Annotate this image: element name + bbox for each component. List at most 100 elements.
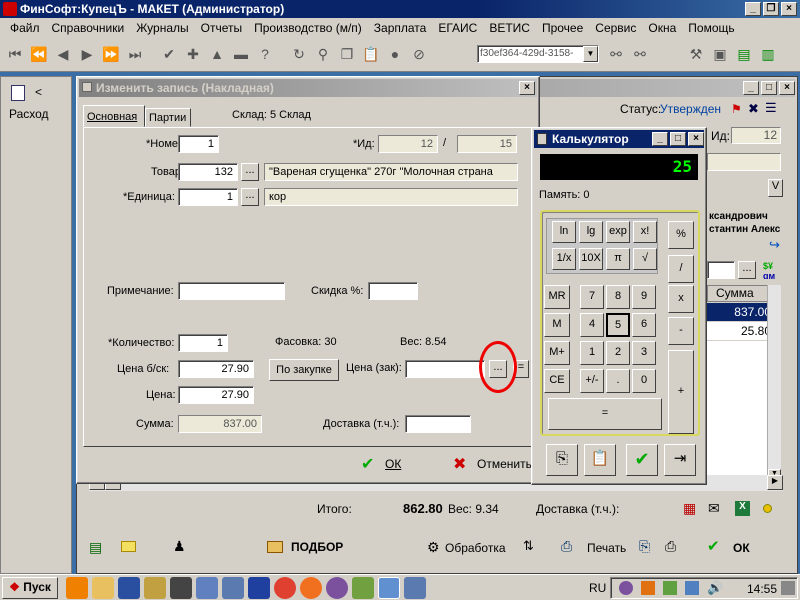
no-icon[interactable]: ⊘	[408, 43, 430, 65]
calc-digit-button[interactable]: 1	[580, 341, 604, 365]
calc-fn-button[interactable]: √	[633, 248, 657, 270]
calc-digit-button[interactable]: 0	[632, 369, 656, 393]
cancel-button[interactable]: Отменить	[477, 457, 532, 471]
plus-icon[interactable]: ✚	[182, 43, 204, 65]
calc-operator-button[interactable]: -	[668, 317, 694, 345]
binoculars-icon[interactable]: ⚯	[605, 43, 627, 65]
folder-yellow-icon[interactable]	[121, 541, 136, 552]
media-player-icon[interactable]	[66, 577, 88, 599]
ok-check-icon[interactable]: ✔	[707, 537, 720, 555]
viber-icon[interactable]	[326, 577, 348, 599]
podbor-button[interactable]: ПОДБОР	[291, 540, 343, 554]
calc-memory-button[interactable]: M	[544, 313, 570, 337]
viber-tray-icon[interactable]	[619, 581, 633, 595]
printer-icon[interactable]: ⎙	[561, 538, 572, 555]
back-field-3[interactable]	[707, 261, 735, 279]
calc-digit-button[interactable]: 5	[606, 313, 630, 337]
document-icon[interactable]	[11, 85, 25, 101]
back-dropdown-button[interactable]: V	[768, 179, 783, 197]
sum-column-header[interactable]: Сумма	[707, 285, 775, 302]
far-icon[interactable]	[144, 577, 166, 599]
calc-fn-button[interactable]: exp	[606, 221, 630, 243]
minus-icon[interactable]: ▬	[230, 43, 252, 65]
edinica-ellipsis-button[interactable]: ...	[241, 188, 259, 206]
menu-item[interactable]: Справочники	[46, 21, 131, 35]
first-record-icon[interactable]: ⏮	[4, 43, 26, 65]
doc-close-button[interactable]: ×	[779, 81, 795, 95]
sort-icon[interactable]: ⇅	[523, 538, 534, 554]
restore-button[interactable]: ❐	[763, 2, 779, 16]
calc-minimize-button[interactable]: _	[652, 132, 668, 146]
id-field-2[interactable]: 15	[457, 135, 517, 153]
windows-icon[interactable]: ▤	[733, 43, 755, 65]
menu-item[interactable]: Прочее	[536, 21, 589, 35]
doc-maximize-button[interactable]: □	[761, 81, 777, 95]
calc-memory-button[interactable]: M+	[544, 341, 570, 365]
printer2-icon[interactable]: ⎙	[665, 538, 676, 555]
taskbar-end-icon[interactable]	[781, 581, 795, 595]
next-record-icon[interactable]: ▶	[76, 43, 98, 65]
folder-app-icon[interactable]	[352, 577, 374, 599]
clipboard-icon[interactable]: 📋	[360, 43, 382, 65]
check-icon[interactable]: ✔	[158, 43, 180, 65]
binoculars-next-icon[interactable]: ⚯	[629, 43, 651, 65]
status-dot-icon[interactable]	[763, 504, 772, 513]
back-ellipsis-button[interactable]: ...	[738, 261, 756, 279]
tool-icon[interactable]	[196, 577, 218, 599]
prev-page-icon[interactable]: ⏪	[28, 43, 50, 65]
guid-combo[interactable]: f30ef364-429d-3158- ▼	[477, 45, 599, 63]
calc-equals-button[interactable]: =	[548, 398, 662, 430]
back-field-2[interactable]	[707, 153, 781, 171]
calc-digit-button[interactable]: 4	[580, 313, 604, 337]
x-icon[interactable]: ✖	[748, 101, 759, 117]
calc-fn-button[interactable]: lg	[579, 221, 603, 243]
last-record-icon[interactable]: ⏭	[124, 43, 146, 65]
excel-icon[interactable]: X	[735, 501, 750, 516]
back-ok-button[interactable]: ОК	[733, 541, 750, 555]
finsoft-icon[interactable]	[378, 577, 400, 599]
calc-fn-button[interactable]: 1/x	[552, 248, 576, 270]
cena-zak-field[interactable]	[405, 360, 485, 378]
calc-maximize-button[interactable]: □	[670, 132, 686, 146]
language-indicator[interactable]: RU	[589, 581, 606, 595]
calc-accept-button[interactable]: ✔	[626, 444, 658, 476]
calc-memory-button[interactable]: CE	[544, 369, 570, 393]
menu-item[interactable]: ВЕТИС	[483, 21, 536, 35]
chrome-icon[interactable]	[274, 577, 296, 599]
menu-item[interactable]: ЕГАИС	[432, 21, 483, 35]
menu-item[interactable]: Зарплата	[368, 21, 433, 35]
arrow-icon[interactable]: ↪	[769, 237, 780, 253]
tools-icon[interactable]: ⚒	[685, 43, 707, 65]
explorer-icon[interactable]	[92, 577, 114, 599]
copy-icon[interactable]: ❐	[336, 43, 358, 65]
cena-field[interactable]: 27.90	[178, 386, 254, 404]
table-row[interactable]: 837.00	[707, 303, 775, 321]
menu-item[interactable]: Помощь	[682, 21, 740, 35]
app-tray-icon[interactable]	[641, 581, 655, 595]
doc-minimize-button[interactable]: _	[743, 81, 759, 95]
ok-check-icon[interactable]: ✔	[361, 454, 374, 474]
menu-item[interactable]: Файл	[4, 21, 46, 35]
po-zakupke-button[interactable]: По закупке	[269, 359, 339, 381]
calc-digit-button[interactable]: 2	[606, 341, 630, 365]
calc-close-button[interactable]: ×	[688, 132, 704, 146]
volume-icon[interactable]: 🔊	[707, 580, 723, 596]
folder-icon[interactable]	[267, 541, 283, 553]
nomer-field[interactable]: 1	[178, 135, 219, 153]
calc-digit-button[interactable]: +/-	[580, 369, 604, 393]
dostavka-field[interactable]	[405, 415, 471, 433]
stamp-icon[interactable]: ⎘	[639, 538, 650, 555]
menu-item[interactable]: Производство (м/п)	[248, 21, 368, 35]
calc-operator-button[interactable]: %	[668, 221, 694, 249]
back-arrow-icon[interactable]: <	[35, 85, 42, 99]
summa-field[interactable]: 837.00	[178, 415, 262, 433]
calc-fn-button[interactable]: ln	[552, 221, 576, 243]
calc-digit-button[interactable]: 3	[632, 341, 656, 365]
calc-digit-button[interactable]: 9	[632, 285, 656, 309]
minimize-button[interactable]: _	[745, 2, 761, 16]
menu-item[interactable]: Отчеты	[195, 21, 248, 35]
skidka-field[interactable]	[368, 282, 418, 300]
tray-icon-3[interactable]	[663, 581, 677, 595]
calc-fn-button[interactable]: π	[606, 248, 630, 270]
cancel-x-icon[interactable]: ✖	[453, 454, 466, 474]
